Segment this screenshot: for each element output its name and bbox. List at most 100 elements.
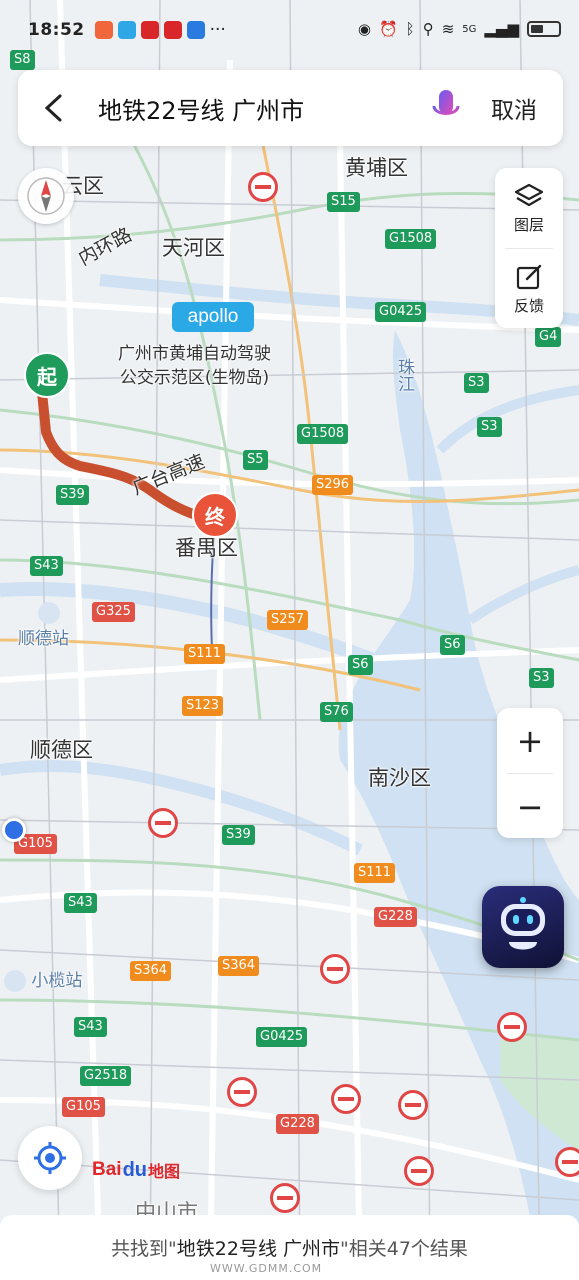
more-notifications-icon: ··· xyxy=(209,20,226,40)
shield-s43-b: S43 xyxy=(64,893,97,913)
district-tianhe: 天河区 xyxy=(162,236,225,260)
poi-huangpu-autonomous[interactable]: 广州市黄埔自动驾驶 公交示范区(生物岛) xyxy=(118,342,271,390)
result-suffix: "相关47个结果 xyxy=(340,1238,468,1260)
district-huangpu: 黄埔区 xyxy=(345,156,408,180)
zoom-control: + − xyxy=(497,708,563,838)
restriction-icon[interactable] xyxy=(398,1090,428,1120)
shield-s6: S6 xyxy=(348,655,373,675)
restriction-icon[interactable] xyxy=(331,1084,361,1114)
shield-s3-b: S3 xyxy=(477,417,502,437)
result-query: 地铁22号线 广州市 xyxy=(176,1238,341,1260)
logo-bai: Bai xyxy=(92,1159,122,1180)
route-end-pin[interactable]: 终 xyxy=(192,492,240,548)
current-location-dot xyxy=(2,818,26,842)
alarm-icon: ⏰ xyxy=(378,20,398,38)
station-shunde[interactable]: 顺德站 xyxy=(18,602,69,649)
shield-s296: S296 xyxy=(312,475,354,495)
shield-s43: S43 xyxy=(30,556,63,576)
signal-icon: ▂▄▆ xyxy=(484,20,519,38)
shield-s6-b: S6 xyxy=(440,635,465,655)
restriction-icon[interactable] xyxy=(555,1147,579,1177)
shield-s15: S15 xyxy=(327,192,360,212)
bluetooth-icon: ᛒ xyxy=(405,20,415,38)
app-notification-icon xyxy=(186,21,205,39)
shield-s3-a: S3 xyxy=(464,373,489,393)
notification-icons: ··· xyxy=(94,20,226,40)
map-tools-panel: 图层 反馈 xyxy=(495,168,563,328)
restriction-icon[interactable] xyxy=(227,1077,257,1107)
search-query[interactable]: 地铁22号线 广州市 xyxy=(88,91,421,126)
restriction-icon[interactable] xyxy=(248,172,278,202)
feedback-label: 反馈 xyxy=(513,296,544,315)
district-nansha: 南沙区 xyxy=(368,766,431,790)
robot-icon xyxy=(501,897,545,950)
route-end-label: 终 xyxy=(192,492,238,538)
shield-s364-b: S364 xyxy=(218,956,260,976)
shield-g228: G228 xyxy=(374,907,417,927)
shield-g2518: G2518 xyxy=(80,1066,132,1086)
logo-paw: du xyxy=(122,1158,148,1181)
shield-s76: S76 xyxy=(320,702,353,722)
map-canvas[interactable]: 黄埔区 天河区 番禺区 顺德区 南沙区 云区 中山市 内环路 广台高速 珠江 顺… xyxy=(0,0,579,1280)
route-start-pin[interactable]: 起 xyxy=(24,352,72,408)
eye-icon: ◉ xyxy=(357,20,371,38)
route-start-label: 起 xyxy=(24,352,70,398)
logo-ditu: 地图 xyxy=(148,1164,181,1181)
wifi-icon: ≋ xyxy=(441,20,455,38)
watermark: WWW.GDMM.COM xyxy=(210,1262,323,1275)
apollo-badge[interactable]: apollo xyxy=(172,302,254,332)
edit-feedback-icon xyxy=(516,264,542,289)
shield-s123: S123 xyxy=(182,696,224,716)
restriction-icon[interactable] xyxy=(404,1156,434,1186)
app-notification-icon xyxy=(94,21,113,39)
layers-button[interactable]: 图层 xyxy=(495,168,563,248)
feedback-button[interactable]: 反馈 xyxy=(495,249,563,329)
shield-g1508: G1508 xyxy=(385,229,437,249)
status-right: ◉ ⏰ ᛒ ⚲ ≋ 5G ▂▄▆ xyxy=(358,20,561,38)
result-prefix: 共找到" xyxy=(111,1238,177,1260)
zoom-in-button[interactable]: + xyxy=(497,708,563,773)
compass-icon xyxy=(27,177,65,215)
shield-g228-b: G228 xyxy=(276,1114,319,1134)
poi-line-1: 广州市黄埔自动驾驶 xyxy=(118,344,271,364)
shield-s43-c: S43 xyxy=(74,1017,107,1037)
station-icon xyxy=(4,970,26,992)
shield-g0425: G0425 xyxy=(375,302,427,322)
back-button[interactable] xyxy=(18,70,88,146)
restriction-icon[interactable] xyxy=(148,808,178,838)
shield-g0425-b: G0425 xyxy=(256,1027,308,1047)
shield-g4: G4 xyxy=(535,327,562,347)
restriction-icon[interactable] xyxy=(497,1012,527,1042)
compass-button[interactable] xyxy=(18,168,74,224)
locate-me-button[interactable] xyxy=(18,1126,82,1190)
station-xiaolan-label: 小榄站 xyxy=(31,971,83,991)
search-bar: 地铁22号线 广州市 取消 xyxy=(18,70,563,146)
shield-s111: S111 xyxy=(184,644,226,664)
station-xiaolan[interactable]: 小榄站 xyxy=(4,966,82,992)
network-type: 5G xyxy=(462,23,477,35)
shield-g1508-b: G1508 xyxy=(297,424,349,444)
shield-s39: S39 xyxy=(56,485,89,505)
location-icon: ⚲ xyxy=(422,20,434,38)
zoom-out-button[interactable]: − xyxy=(497,774,563,839)
shield-s364: S364 xyxy=(130,961,172,981)
shield-g105-b: G105 xyxy=(62,1097,105,1117)
app-notification-icon xyxy=(117,21,136,39)
shield-s257: S257 xyxy=(267,610,309,630)
battery-icon xyxy=(527,21,561,37)
cancel-button[interactable]: 取消 xyxy=(471,91,563,125)
app-notification-icon xyxy=(140,21,159,39)
restriction-icon[interactable] xyxy=(320,954,350,984)
back-arrow-icon xyxy=(44,94,62,122)
shield-s39-b: S39 xyxy=(222,825,255,845)
baidu-map-logo: Bai du 地图 xyxy=(92,1158,180,1182)
voice-search-button[interactable] xyxy=(421,83,471,133)
shield-s111-b: S111 xyxy=(354,863,396,883)
ai-assistant-button[interactable] xyxy=(482,886,564,968)
shield-g325: G325 xyxy=(92,602,135,622)
status-bar: 18:52 ··· ◉ ⏰ ᛒ ⚲ ≋ 5G ▂▄▆ xyxy=(0,0,579,62)
layers-label: 图层 xyxy=(513,215,544,234)
district-shunde: 顺德区 xyxy=(30,738,93,762)
restriction-icon[interactable] xyxy=(270,1183,300,1213)
app-notification-icon xyxy=(163,21,182,39)
